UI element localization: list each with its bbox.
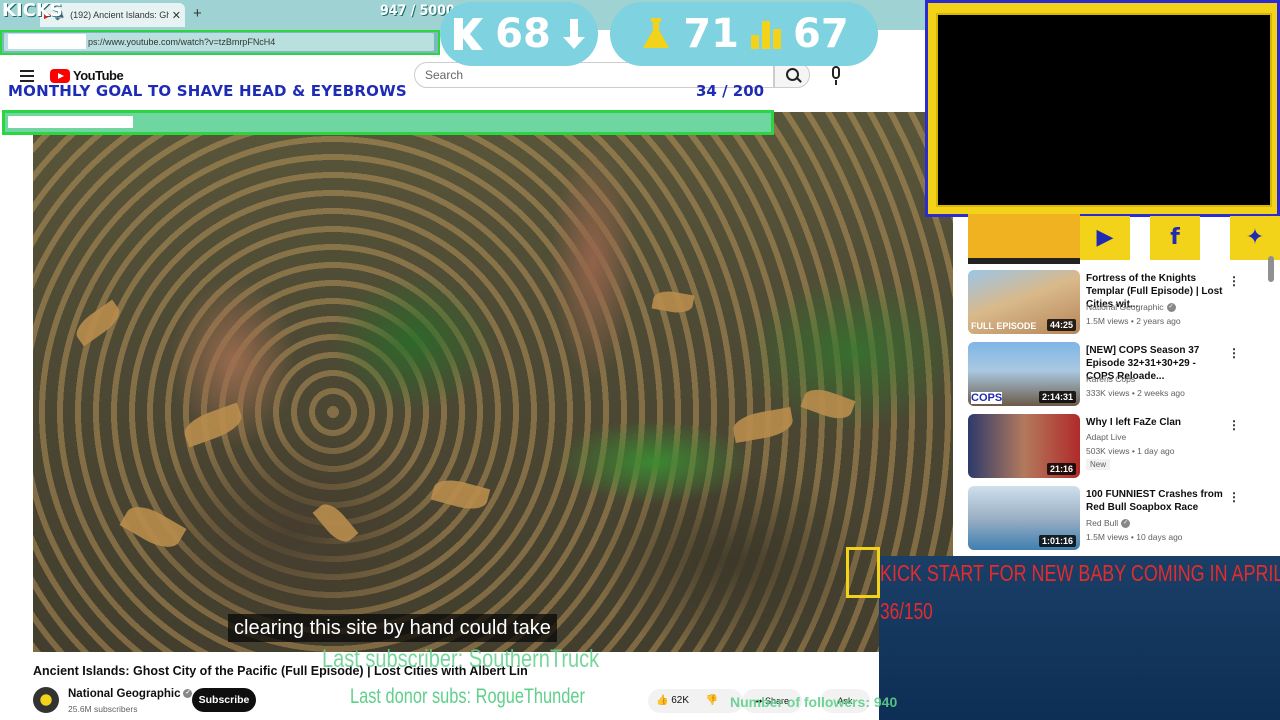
kicks-progress: 947 / 5000 xyxy=(380,3,455,19)
social-links: ▶ f ✦ xyxy=(968,214,1280,266)
thumbnail-badge: FULL EPISODE xyxy=(971,321,1037,331)
monthly-goal-count: 34 / 200 xyxy=(696,82,765,100)
channel-name-text: Red Bull xyxy=(1086,518,1119,528)
more-options-icon[interactable]: ⋮ xyxy=(1228,490,1240,504)
sidebar-scrollbar[interactable] xyxy=(1268,256,1274,282)
redaction-box xyxy=(8,116,133,128)
video-meta: 503K views • 1 day ago xyxy=(1086,446,1175,456)
monthly-goal-label: MONTHLY GOAL TO SHAVE HEAD & EYEBROWS xyxy=(8,82,407,100)
last-donor-overlay: Last donor subs: RogueThunder xyxy=(350,685,585,708)
like-button[interactable]: 👍 62K 👎 xyxy=(648,689,743,713)
kickstart-marker xyxy=(846,547,880,598)
menu-icon[interactable] xyxy=(20,70,34,82)
kick-stat-pill: 68 xyxy=(440,2,598,66)
list-item[interactable]: 21:16 Why I left FaZe Clan Adapt Live 50… xyxy=(968,414,1268,482)
video-thumbnail[interactable]: 21:16 xyxy=(968,414,1080,478)
more-options-icon[interactable]: ⋮ xyxy=(1228,346,1240,360)
recommendations-list: FULL EPISODE 44:25 Fortress of the Knigh… xyxy=(968,268,1268,558)
video-duration: 21:16 xyxy=(1046,463,1076,475)
stats-pill: 71 67 xyxy=(610,2,878,66)
webcam-feed xyxy=(936,13,1272,207)
twitter-social-icon[interactable]: ✦ xyxy=(1230,216,1280,260)
more-options-icon[interactable]: ⋮ xyxy=(1228,418,1240,432)
channel-name-text: National Geographic xyxy=(1086,302,1164,312)
channel-name-main-text: National Geographic xyxy=(68,688,181,700)
video-title[interactable]: Why I left FaZe Clan xyxy=(1086,416,1226,429)
microphone-icon[interactable] xyxy=(832,66,840,85)
thumbnail-badge: COPS xyxy=(971,392,1003,404)
webcam-frame xyxy=(925,0,1280,217)
channel-name-main[interactable]: National Geographic ✓ xyxy=(68,688,193,700)
channel-name[interactable]: Karens Cops xyxy=(1086,374,1135,384)
leaf xyxy=(731,406,795,444)
list-item[interactable]: 1:01:16 100 FUNNIEST Crashes from Red Bu… xyxy=(968,486,1268,554)
subscribe-button[interactable]: Subscribe xyxy=(192,688,256,712)
video-meta: 1.5M views • 10 days ago xyxy=(1086,532,1183,542)
new-badge: New xyxy=(1086,459,1111,470)
video-duration: 2:14:31 xyxy=(1038,391,1076,403)
video-thumbnail[interactable]: FULL EPISODE 44:25 xyxy=(968,270,1080,334)
video-subtitle: clearing this site by hand could take xyxy=(228,614,557,642)
youtube-logo[interactable]: YouTube xyxy=(50,68,124,83)
list-item[interactable]: COPS 2:14:31 [NEW] COPS Season 37 Episod… xyxy=(968,342,1268,410)
video-duration: 44:25 xyxy=(1046,319,1076,331)
bar-chart-icon xyxy=(751,21,781,49)
channel-avatar[interactable] xyxy=(33,687,59,713)
video-title[interactable]: 100 FUNNIEST Crashes from Red Bull Soapb… xyxy=(1086,488,1226,514)
facebook-social-icon[interactable]: f xyxy=(1150,216,1200,260)
youtube-logo-text: YouTube xyxy=(73,68,124,83)
last-subscriber-overlay: Last subscriber: SouthernTruck xyxy=(322,645,600,673)
leaf xyxy=(71,299,125,347)
leaf xyxy=(180,402,246,448)
verified-icon: ✓ xyxy=(183,689,193,699)
followers-overlay: Number of followers: 940 xyxy=(730,694,898,710)
social-banner xyxy=(968,214,1080,264)
video-thumbnail[interactable]: COPS 2:14:31 xyxy=(968,342,1080,406)
channel-name[interactable]: Red Bull ✓ xyxy=(1086,518,1131,529)
youtube-social-icon[interactable]: ▶ xyxy=(1080,216,1130,260)
verified-icon: ✓ xyxy=(1121,519,1131,529)
channel-name[interactable]: Adapt Live xyxy=(1086,432,1126,442)
kicks-logo: KICKS xyxy=(2,0,63,21)
video-duration: 1:01:16 xyxy=(1038,535,1076,547)
thumbs-up-icon: 👍 xyxy=(656,695,669,706)
stat2-value: 71 xyxy=(683,11,739,57)
close-tab-icon[interactable]: ✕ xyxy=(172,9,181,22)
video-meta: 1.5M views • 2 years ago xyxy=(1086,316,1181,326)
youtube-play-icon xyxy=(50,68,70,83)
list-item[interactable]: FULL EPISODE 44:25 Fortress of the Knigh… xyxy=(968,270,1268,338)
stream-screen: ▶ 🔈 (192) Ancient Islands: Ghost C ✕ + p… xyxy=(0,0,1280,720)
tab-title: (192) Ancient Islands: Ghost C xyxy=(70,10,169,20)
leaf xyxy=(430,475,491,514)
video-thumbnail[interactable]: 1:01:16 xyxy=(968,486,1080,550)
video-meta: 333K views • 2 weeks ago xyxy=(1086,388,1185,398)
url-redaction xyxy=(8,34,86,49)
video-player[interactable] xyxy=(33,112,953,652)
arrow-down-icon xyxy=(562,19,585,49)
leaf xyxy=(651,288,695,316)
kick-k-icon xyxy=(454,18,484,50)
flask-icon xyxy=(643,18,670,48)
thumbs-down-icon[interactable]: 👎 xyxy=(706,695,718,706)
more-options-icon[interactable]: ⋮ xyxy=(1228,274,1240,288)
verified-icon: ✓ xyxy=(1166,303,1176,313)
kickstart-title: KICK START FOR NEW BABY COMING IN APRIL xyxy=(880,560,1280,586)
stat1-value: 68 xyxy=(495,11,551,57)
stat3-value: 67 xyxy=(793,11,849,57)
channel-name[interactable]: National Geographic ✓ xyxy=(1086,302,1176,313)
leaf xyxy=(312,498,359,548)
like-count: 62K xyxy=(671,695,690,706)
kickstart-count: 36/150 xyxy=(880,598,933,624)
subscriber-count: 25.6M subscribers xyxy=(68,704,138,714)
new-tab-icon[interactable]: + xyxy=(193,5,202,22)
leaf xyxy=(800,384,856,424)
leaf xyxy=(119,499,187,555)
